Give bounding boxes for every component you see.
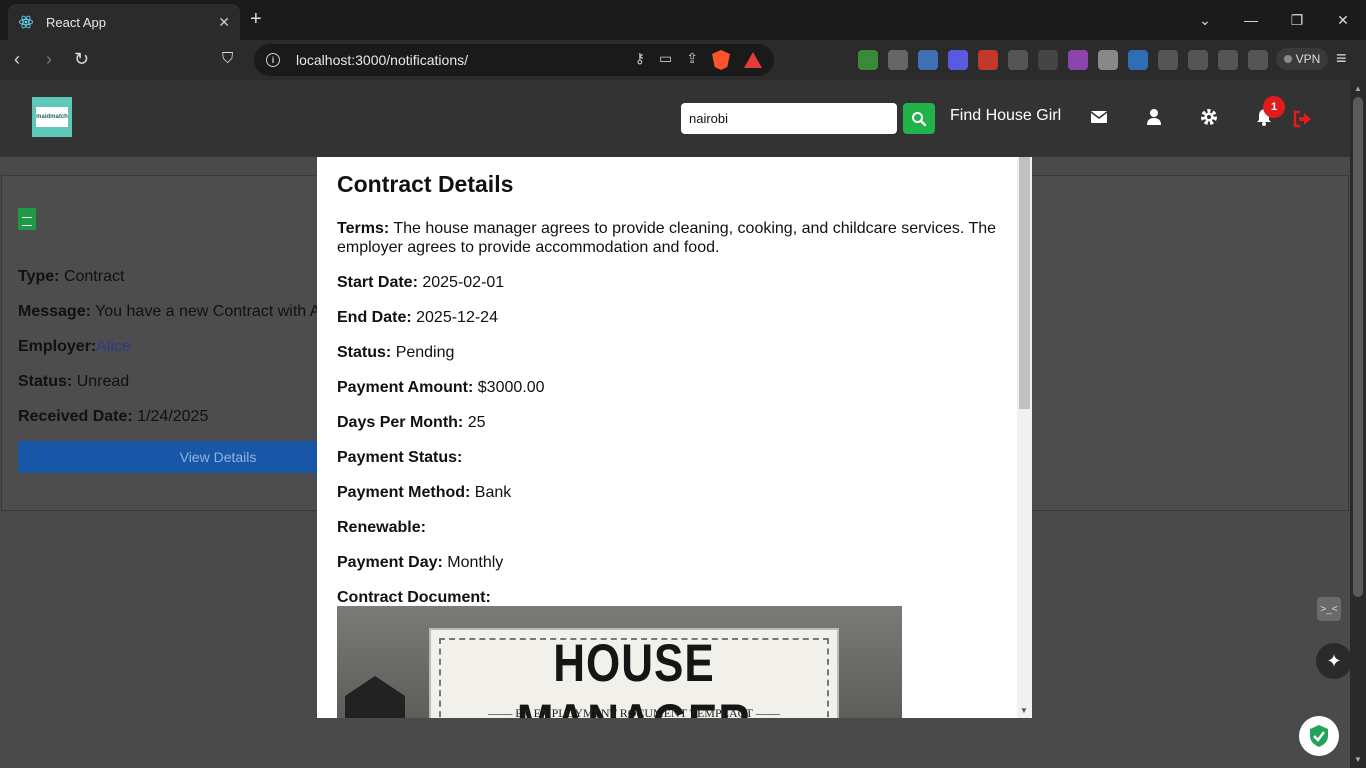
notification-type: Type: Contract <box>18 268 125 285</box>
contract-details-modal: Contract Details Terms: The house manage… <box>317 157 1032 718</box>
notification-badge: 1 <box>1263 96 1285 118</box>
address-bar-icons: ⚷ ▭ ⇪ <box>635 50 762 70</box>
user-icon[interactable] <box>1144 107 1164 127</box>
document-icon <box>18 208 36 230</box>
tab-title: React App <box>46 14 106 30</box>
modal-title: Contract Details <box>337 171 514 197</box>
browser-tab[interactable]: React App ✕ <box>8 4 240 40</box>
scroll-up-icon[interactable]: ▲ <box>1354 84 1362 93</box>
code-widget-icon[interactable]: >_< <box>1317 597 1341 621</box>
address-bar[interactable]: i localhost:3000/notifications/ ⚷ ▭ ⇪ <box>254 44 774 76</box>
search-icon <box>912 111 927 126</box>
field-status: Status: Pending <box>337 344 455 361</box>
extensions-row <box>858 50 1268 70</box>
field-terms: Terms: The house manager agrees to provi… <box>337 220 997 256</box>
sidebar-icon[interactable] <box>1188 50 1208 70</box>
cast-icon[interactable]: ▭ <box>659 50 672 70</box>
find-house-girl-link[interactable]: Find House Girl <box>950 107 1061 125</box>
notification-status: Status: Unread <box>18 373 130 390</box>
extension-icon[interactable] <box>1038 50 1058 70</box>
extension-icon[interactable] <box>918 50 938 70</box>
field-payment-day: Payment Day: Monthly <box>337 554 504 571</box>
shield-check-icon[interactable] <box>1299 716 1339 756</box>
extension-icon[interactable] <box>1098 50 1118 70</box>
browser-navbar: ‹ › ↻ ⛉ i localhost:3000/notifications/ … <box>0 40 1366 80</box>
field-payment-status: Payment Status: <box>337 449 463 466</box>
extension-icon[interactable] <box>1008 50 1028 70</box>
extension-icon[interactable] <box>888 50 908 70</box>
translate-icon[interactable] <box>1128 50 1148 70</box>
field-contract-document: Contract Document: <box>337 589 491 606</box>
forward-icon[interactable]: › <box>46 49 52 69</box>
wallet-icon[interactable] <box>1218 50 1238 70</box>
page-scrollbar[interactable]: ▲ ▼ <box>1350 80 1366 768</box>
extension-icon[interactable] <box>858 50 878 70</box>
logout-icon[interactable] <box>1292 109 1312 129</box>
back-icon[interactable]: ‹ <box>14 49 20 69</box>
modal-scrollbar[interactable]: ▼ <box>1017 157 1032 718</box>
key-icon[interactable]: ⚷ <box>635 50 645 70</box>
app-header: maidmatch Find House Girl 1 <box>0 80 1350 157</box>
close-tab-icon[interactable]: ✕ <box>218 14 230 31</box>
scroll-down-icon[interactable]: ▼ <box>1354 755 1362 764</box>
modal-scroll-thumb[interactable] <box>1019 157 1030 409</box>
logo-text: maidmatch <box>36 107 68 127</box>
field-payment-method: Payment Method: Bank <box>337 484 512 501</box>
notification-received-date: Received Date: 1/24/2025 <box>18 408 209 425</box>
reload-icon[interactable]: ↻ <box>74 49 89 69</box>
new-tab-button[interactable]: + <box>250 9 262 29</box>
brave-rewards-icon[interactable] <box>744 52 762 68</box>
search-input[interactable] <box>681 103 897 134</box>
close-window-button[interactable]: ✕ <box>1320 12 1366 29</box>
document-paper: HOUSE MANAGER —— EA EMPLOYMENT ROCUMENT … <box>429 628 839 718</box>
field-end-date: End Date: 2025-12-24 <box>337 309 498 326</box>
house-figure <box>345 676 405 718</box>
minimize-button[interactable]: — <box>1228 12 1274 28</box>
url-text: localhost:3000/notifications/ <box>296 52 468 68</box>
menu-icon[interactable]: ≡ <box>1336 48 1347 69</box>
document-image-subtitle: —— EA EMPLOYMENT ROCUMENT TEMPLACT —— <box>488 706 780 718</box>
page-scroll-thumb[interactable] <box>1353 97 1363 597</box>
brave-shields-icon[interactable] <box>712 50 730 70</box>
site-info-icon[interactable]: i <box>266 53 280 67</box>
field-start-date: Start Date: 2025-02-01 <box>337 274 505 291</box>
extension-icon[interactable] <box>1068 50 1088 70</box>
scroll-down-icon[interactable]: ▼ <box>1020 706 1028 715</box>
share-icon[interactable]: ⇪ <box>686 50 698 70</box>
tab-search-icon[interactable]: ⌄ <box>1182 12 1228 29</box>
employer-link[interactable]: Alice <box>96 338 131 355</box>
sparkle-icon[interactable]: ✦ <box>1316 643 1352 679</box>
react-icon <box>18 15 34 29</box>
field-payment-amount: Payment Amount: $3000.00 <box>337 379 545 396</box>
mail-icon[interactable] <box>1089 107 1109 127</box>
field-renewable: Renewable: <box>337 519 426 536</box>
window-controls: ⌄ — ❐ ✕ <box>1182 0 1366 40</box>
leo-icon[interactable] <box>1248 50 1268 70</box>
vpn-label: VPN <box>1295 52 1321 66</box>
shield-icon <box>1310 725 1328 747</box>
vpn-status-icon <box>1283 55 1292 63</box>
search-button[interactable] <box>903 103 935 134</box>
extension-icon[interactable] <box>948 50 968 70</box>
field-days-per-month: Days Per Month: 25 <box>337 414 486 431</box>
notification-employer: Employer:Alice <box>18 338 131 355</box>
vpn-button[interactable]: VPN <box>1276 48 1328 70</box>
gear-icon[interactable] <box>1199 107 1219 127</box>
bookmark-icon[interactable]: ⛉ <box>222 49 233 69</box>
notification-message: Message: You have a new Contract with Al <box>18 303 324 320</box>
puzzle-icon[interactable] <box>1158 50 1178 70</box>
contract-document-image[interactable]: HOUSE MANAGER —— EA EMPLOYMENT ROCUMENT … <box>337 606 902 718</box>
logo[interactable]: maidmatch <box>32 97 72 137</box>
restore-button[interactable]: ❐ <box>1274 12 1320 29</box>
browser-tabbar: React App ✕ + ⌄ — ❐ ✕ <box>0 0 1366 40</box>
extension-icon[interactable] <box>978 50 998 70</box>
